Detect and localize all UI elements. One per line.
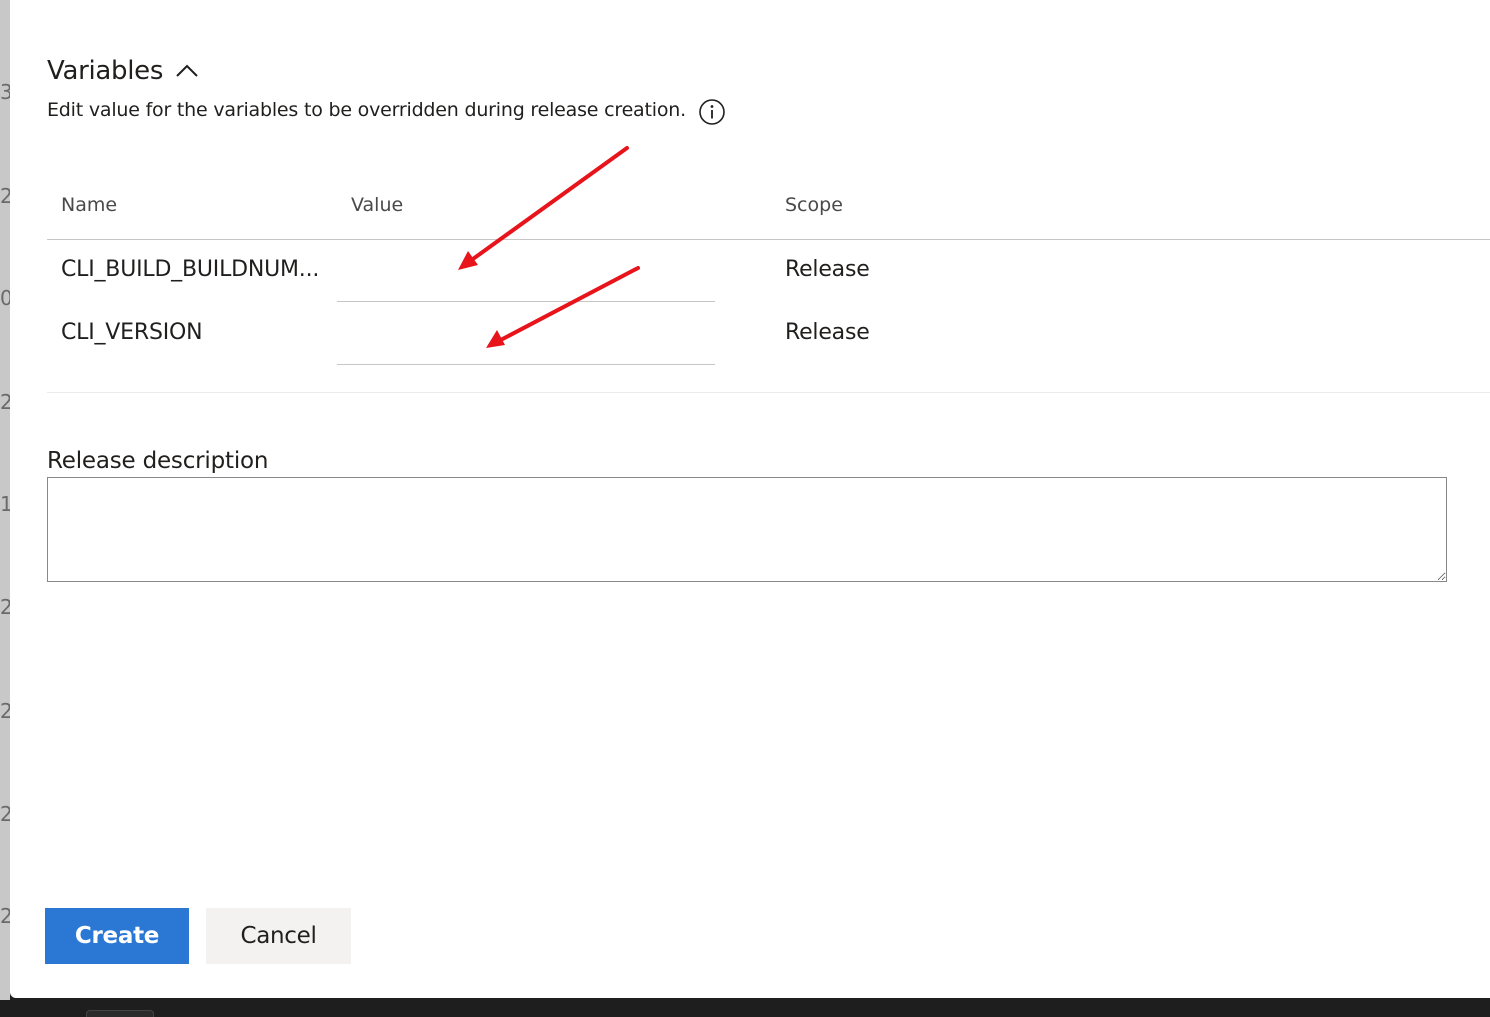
background-glyph: 1 <box>0 492 10 516</box>
table-bottom-divider <box>47 392 1490 393</box>
info-icon[interactable] <box>698 98 726 126</box>
release-description-textarea[interactable] <box>47 477 1447 582</box>
background-glyph: 2 <box>0 904 10 928</box>
background-glyph: 3 <box>0 80 10 104</box>
variable-value-input-cli-version[interactable] <box>337 307 715 365</box>
background-glyph: 2 <box>0 390 10 414</box>
cancel-button[interactable]: Cancel <box>206 908 351 964</box>
variable-scope-cli-version: Release <box>785 320 870 345</box>
variables-title: Variables <box>47 56 164 86</box>
variables-subtitle: Edit value for the variables to be overr… <box>47 99 686 121</box>
variable-name-cli-build-buildnumber: CLI_BUILD_BUILDNUM... <box>61 257 320 282</box>
taskbar <box>0 1000 1490 1017</box>
background-glyph: 2 <box>0 184 10 208</box>
variables-section-header[interactable]: Variables <box>47 56 199 86</box>
column-header-scope: Scope <box>785 194 843 216</box>
background-glyph: 2 <box>0 595 10 619</box>
variable-name-cli-version: CLI_VERSION <box>61 320 203 345</box>
create-release-panel: Variables Edit value for the variables t… <box>10 0 1490 998</box>
taskbar-tab[interactable] <box>86 1010 154 1017</box>
variable-scope-cli-build-buildnumber: Release <box>785 257 870 282</box>
create-button[interactable]: Create <box>45 908 189 964</box>
background-glyph: 0 <box>0 286 10 310</box>
table-header-divider <box>47 239 1490 240</box>
column-header-name: Name <box>61 194 118 216</box>
release-description-label: Release description <box>47 448 269 474</box>
column-header-value: Value <box>351 194 404 216</box>
variables-description: Edit value for the variables to be overr… <box>47 96 726 126</box>
background-page-strip: 3 2 0 2 1 2 2 2 2 <box>0 0 10 1000</box>
background-glyph: 2 <box>0 699 10 723</box>
chevron-up-icon[interactable] <box>175 59 199 83</box>
background-glyph: 2 <box>0 802 10 826</box>
variable-value-input-cli-build-buildnumber[interactable] <box>337 244 715 302</box>
